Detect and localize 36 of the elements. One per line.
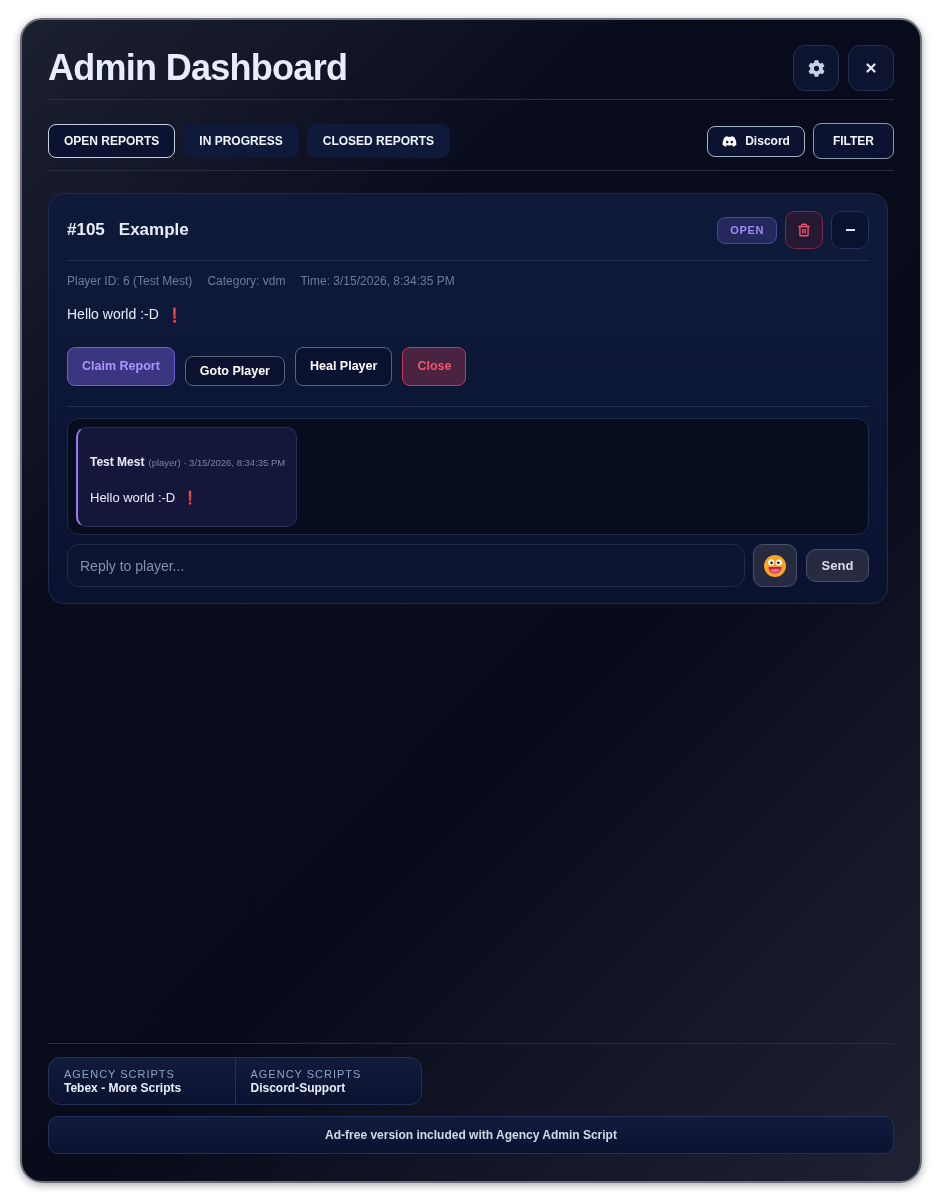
emoji-button[interactable] [753,544,797,587]
action-button[interactable]: Goto Player [184,356,285,386]
report-number: #105 [67,219,105,242]
discord-button[interactable]: Discord [707,125,805,157]
footer-link[interactable]: AGENCY SCRIPTS Tebex - More Scripts [49,1058,235,1104]
settings-icon [807,59,825,77]
exclamation-icon: ❗ [182,491,199,505]
action-button[interactable]: Heal Player [294,347,393,386]
chat-author: Test Mest [90,454,145,471]
reply-input[interactable]: Reply to player... [67,544,745,587]
action-button[interactable]: Close [402,347,467,386]
exclamation-icon: ❗ [165,307,183,322]
report-message: Hello world :-D [67,305,159,324]
trash-icon [797,223,811,237]
chat-details: (player) · 3/15/2026, 8:34:35 PM [148,456,286,470]
window-title: Admin Dashboard [48,50,348,86]
report-meta: Category: vdm [207,273,286,290]
send-button[interactable]: Send [806,549,869,582]
notice-bar: Ad-free version included with Agency Admin Script [48,1116,894,1154]
report-meta: Player ID: 6 (Test Mest) [67,273,193,290]
report-tab[interactable]: OPEN REPORTS [48,124,176,158]
grinning-face-icon [764,554,786,577]
report-meta: Time: 3/15/2026, 8:34:35 PM [300,273,455,290]
settings-button[interactable] [793,45,839,91]
report-tab[interactable]: IN PROGRESS [183,124,299,158]
report-tab[interactable]: CLOSED REPORTS [306,124,451,158]
chat-text: Hello world :-D [90,489,176,507]
discord-icon [722,133,738,149]
report-title: Example [118,219,189,242]
close-icon [864,61,878,75]
close-button[interactable] [848,45,894,91]
action-button[interactable]: Claim Report [67,347,175,386]
footer-link[interactable]: AGENCY SCRIPTS Discord-Support [234,1058,421,1104]
delete-button[interactable] [785,211,823,249]
status-badge: OPEN [717,216,777,244]
filter-button[interactable]: FILTER [812,123,894,159]
